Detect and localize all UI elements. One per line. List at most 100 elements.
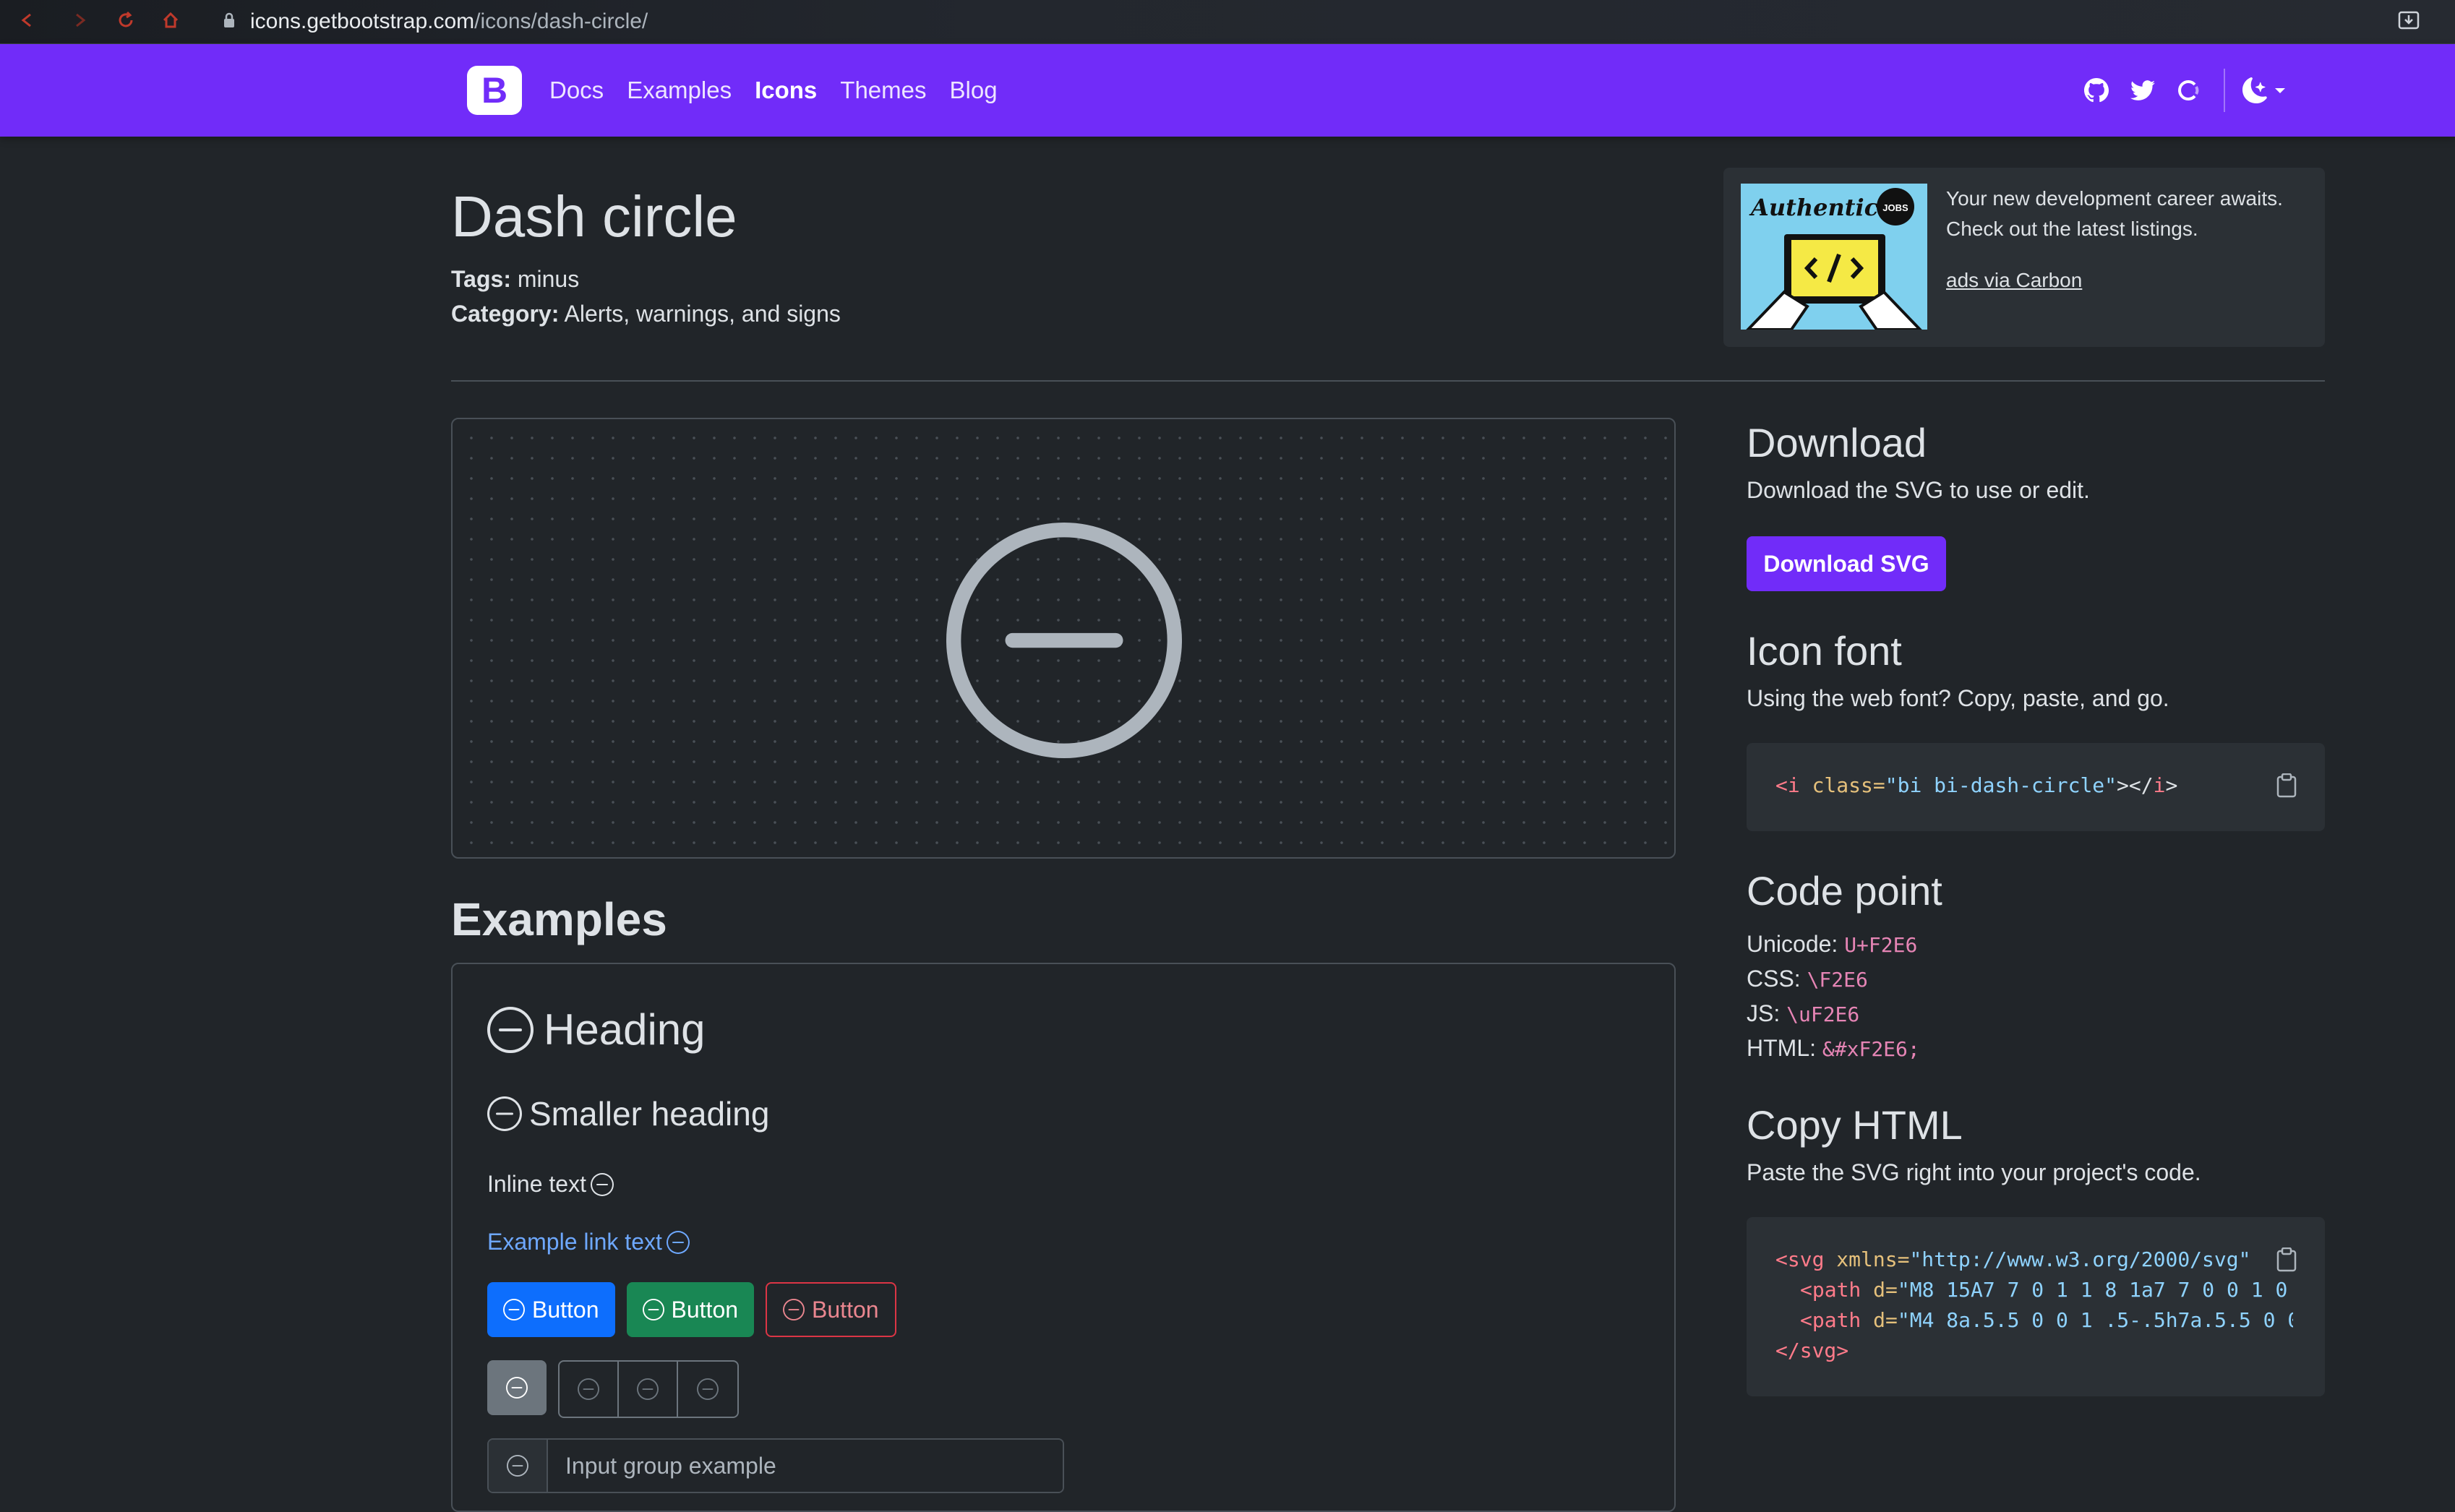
codepoint-heading: Code point (1747, 868, 1942, 914)
page-title: Dash circle (451, 184, 737, 249)
code-token: ></ (2117, 773, 2154, 797)
github-icon[interactable] (2082, 76, 2111, 105)
outline-danger-button[interactable]: Button (766, 1282, 896, 1337)
copyhtml-line-3: <path d="M4 8a.5.5 0 0 1 .5-.5h7a.5.5 0 … (1800, 1308, 2324, 1332)
category-line: Category: Alerts, warnings, and signs (451, 301, 841, 327)
icon-preview (451, 418, 1676, 859)
code-token: "M4 8a.5.5 0 0 1 .5-.5h7a.5.5 0 0 0 (1897, 1308, 2324, 1332)
copyhtml-line-2: <path d="M8 15A7 7 0 1 1 8 1a7 7 0 0 1 0 (1800, 1278, 2287, 1302)
copyhtml-desc: Paste the SVG right into your project's … (1747, 1159, 2201, 1185)
copyhtml-line-1: <svg xmlns="http://www.w3.org/2000/svg" (1775, 1247, 2250, 1271)
category-label: Category: (451, 301, 560, 327)
dash-circle-icon (783, 1299, 805, 1320)
download-svg-button[interactable]: Download SVG (1747, 536, 1946, 591)
dash-circle-icon (487, 1096, 522, 1131)
copyhtml-section: Copy HTML Paste the SVG right into your … (1747, 1100, 2201, 1186)
ad-image-logo: Authentic (1749, 194, 1878, 221)
dash-circle-icon (506, 1377, 528, 1399)
dash-circle-icon (507, 1455, 528, 1477)
copyhtml-code: <svg xmlns="http://www.w3.org/2000/svg" … (1747, 1217, 2325, 1396)
back-icon[interactable] (17, 10, 38, 30)
nav-divider (2224, 69, 2225, 112)
ad-text[interactable]: Your new development career awaits. Chec… (1946, 184, 2308, 244)
dash-circle-icon (503, 1299, 525, 1320)
group-button-1[interactable] (560, 1362, 619, 1417)
group-button-3[interactable] (678, 1362, 737, 1417)
example-link-text: Example link text (487, 1229, 662, 1255)
nav-themes[interactable]: Themes (840, 77, 926, 104)
dash-circle-icon (642, 1299, 664, 1320)
nav-icons[interactable]: Icons (755, 77, 817, 104)
nav-blog[interactable]: Blog (950, 77, 998, 104)
iconfont-section: Icon font Using the web font? Copy, past… (1747, 626, 2169, 712)
lock-icon (224, 12, 234, 27)
twitter-icon[interactable] (2128, 76, 2157, 105)
example-heading-text: Heading (544, 1005, 706, 1054)
ad-via-link[interactable]: ads via Carbon (1946, 269, 2082, 292)
dash-circle-icon (666, 1230, 690, 1254)
example-icon-buttons (487, 1360, 739, 1418)
clipboard-icon[interactable] (2276, 1247, 2297, 1272)
unicode-label: Unicode: (1747, 931, 1838, 957)
nav-docs[interactable]: Docs (549, 77, 604, 104)
primary-button[interactable]: Button (487, 1282, 615, 1337)
codepoint-unicode: Unicode: U+F2E6 (1747, 931, 1917, 958)
example-link[interactable]: Example link text (487, 1229, 690, 1255)
tags-line: Tags: minus (451, 266, 579, 293)
bootstrap-logo[interactable]: B (467, 66, 522, 115)
dash-circle-icon (590, 1172, 614, 1196)
download-section: Download Download the SVG to use or edit… (1747, 418, 2090, 504)
address-bar[interactable]: icons.getbootstrap.com/icons/dash-circle… (250, 6, 648, 38)
html-value: &#xF2E6; (1822, 1037, 1920, 1061)
reload-icon[interactable] (116, 10, 136, 30)
ad-image-badge: JOBS (1882, 202, 1908, 213)
url-path: /icons/dash-circle/ (474, 9, 648, 33)
js-value: \uF2E6 (1786, 1002, 1860, 1026)
ad-image[interactable]: Authentic JOBS (1741, 184, 1927, 330)
example-smaller-heading-text: Smaller heading (529, 1095, 770, 1133)
dash-circle-icon (946, 523, 1182, 758)
tags-value: minus (517, 266, 580, 292)
input-addon (489, 1440, 548, 1492)
dash-circle-icon (637, 1378, 659, 1400)
theme-toggle[interactable] (2242, 77, 2287, 103)
css-label: CSS: (1747, 966, 1801, 992)
download-desc: Download the SVG to use or edit. (1747, 477, 2090, 503)
dash-circle-icon (578, 1378, 599, 1400)
code-token: d= (1873, 1278, 1898, 1302)
example-heading: Heading (487, 1005, 706, 1054)
input-group-field[interactable] (548, 1440, 1063, 1492)
dash-circle-icon (697, 1378, 719, 1400)
nav-right (2082, 44, 2287, 137)
success-button[interactable]: Button (626, 1282, 755, 1337)
codepoint-html: HTML: &#xF2E6; (1747, 1035, 1920, 1062)
group-button-2[interactable] (619, 1362, 678, 1417)
examples-panel: Heading Smaller heading Inline text Exam… (451, 963, 1676, 1512)
code-token: "M8 15A7 7 0 1 1 8 1a7 7 0 0 1 0 (1897, 1278, 2288, 1302)
clipboard-icon[interactable] (2276, 773, 2297, 798)
unicode-value: U+F2E6 (1844, 933, 1918, 957)
url-host: icons.getbootstrap.com (250, 9, 475, 33)
code-fade (2293, 1217, 2325, 1396)
nav-examples[interactable]: Examples (627, 77, 732, 104)
secondary-icon-button[interactable] (487, 1360, 547, 1415)
codepoint-css: CSS: \F2E6 (1747, 966, 1868, 992)
input-group (487, 1438, 1064, 1493)
code-token: <path (1800, 1278, 1861, 1302)
iconfont-heading: Icon font (1747, 628, 1902, 674)
code-token: "bi bi-dash-circle" (1885, 773, 2117, 797)
js-label: JS: (1747, 1000, 1781, 1026)
nav-links: Docs Examples Icons Themes Blog (549, 44, 1021, 137)
moon-stars-icon (2242, 77, 2267, 103)
copyhtml-line-4: </svg> (1775, 1339, 1848, 1362)
install-app-icon[interactable] (2396, 7, 2422, 33)
divider (451, 380, 2325, 382)
codepoint-section: Code point (1747, 866, 1942, 916)
code-token: <path (1800, 1308, 1861, 1332)
site-navbar: B Docs Examples Icons Themes Blog (0, 44, 2455, 137)
home-icon[interactable] (160, 10, 181, 30)
forward-icon[interactable] (69, 10, 90, 30)
opencollective-icon[interactable] (2175, 76, 2203, 105)
chevron-down-icon (2275, 88, 2285, 93)
code-token: d= (1873, 1308, 1898, 1332)
